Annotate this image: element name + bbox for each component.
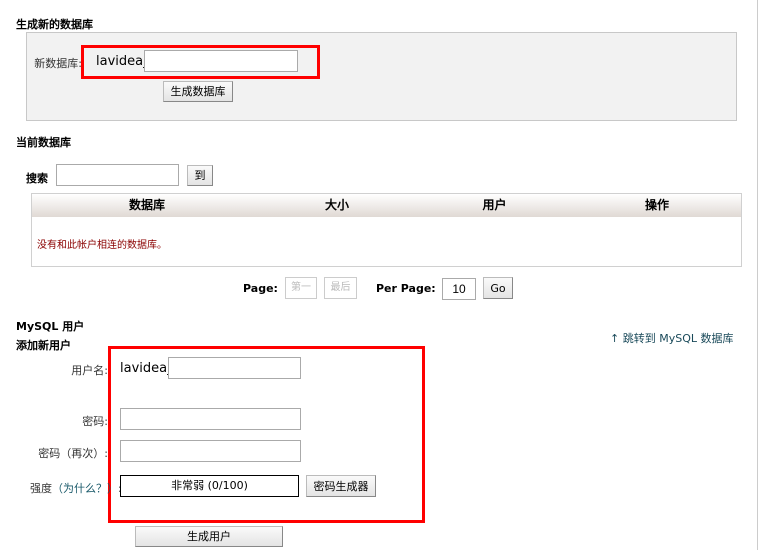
page-border <box>757 0 758 550</box>
strength-why-link[interactable]: （为什么？） <box>52 482 118 495</box>
search-label: 搜索 <box>26 172 48 185</box>
create-db-button[interactable]: 生成数据库 <box>163 81 233 102</box>
page-label: Page: <box>243 282 278 295</box>
col-database[interactable]: 数据库 <box>32 194 262 217</box>
arrow-up-icon: ↑ <box>610 332 623 345</box>
col-actions: 操作 <box>644 198 669 212</box>
db-table: 数据库 大小 用户 操作 没有和此帐户相连的数据库。 <box>31 193 742 267</box>
password-input[interactable] <box>120 408 301 430</box>
col-users: 用户 <box>482 198 507 212</box>
last-page-button[interactable]: 最后 <box>324 277 357 299</box>
empty-message: 没有和此帐户相连的数据库。 <box>37 240 167 251</box>
strength-label-group: 强度（为什么？）: <box>30 480 122 496</box>
search-input[interactable] <box>56 164 179 186</box>
mysql-users-title: MySQL 用户 <box>16 320 85 333</box>
jump-to-db-link[interactable]: ↑ 跳转到 MySQL 数据库 <box>610 330 733 346</box>
table-header: 数据库 大小 用户 操作 <box>32 194 741 217</box>
search-go-button[interactable]: 到 <box>187 165 213 186</box>
per-page-input[interactable] <box>442 278 476 300</box>
create-db-title: 生成新的数据库 <box>16 18 93 31</box>
password-again-input[interactable] <box>120 440 301 462</box>
password-again-label: 密码（再次）: <box>38 447 108 460</box>
current-db-title: 当前数据库 <box>16 136 71 149</box>
password-generator-button[interactable]: 密码生成器 <box>306 475 376 497</box>
create-user-button[interactable]: 生成用户 <box>135 526 283 547</box>
pagination-go-button[interactable]: Go <box>483 277 513 299</box>
strength-label: 强度 <box>30 482 52 495</box>
col-size[interactable]: 大小 <box>262 194 412 217</box>
new-db-label: 新数据库: <box>34 57 82 70</box>
jump-link-text[interactable]: 跳转到 MySQL 数据库 <box>623 332 734 345</box>
password-strength-meter: 非常弱 (0/100) <box>120 475 299 497</box>
new-db-input[interactable] <box>144 50 298 72</box>
username-input[interactable] <box>168 357 301 379</box>
password-label: 密码: <box>82 415 108 428</box>
first-page-button[interactable]: 第一 <box>285 277 317 299</box>
add-user-title: 添加新用户 <box>16 339 71 352</box>
username-prefix: lavidea_ <box>120 361 174 376</box>
db-prefix: lavidea_ <box>96 54 150 69</box>
username-label: 用户名: <box>71 364 108 377</box>
per-page-label: Per Page: <box>376 282 436 295</box>
